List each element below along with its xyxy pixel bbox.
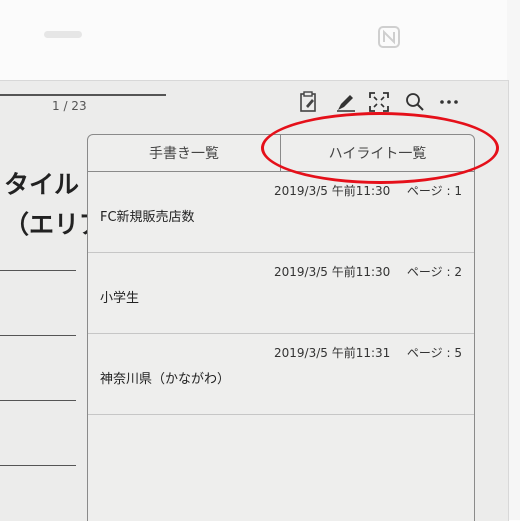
nfc-icon [378, 26, 400, 48]
speaker-slot [44, 31, 82, 38]
entry-timestamp: 2019/3/5 午前11:30 [274, 184, 391, 198]
tab-handwriting-list[interactable]: 手書き一覧 [88, 135, 280, 171]
entry-page: ページ : 1 [406, 184, 462, 198]
book-rule [0, 400, 76, 401]
book-heading-line-1: タイル [4, 170, 80, 199]
more-icon[interactable] [438, 91, 460, 113]
entry-timestamp: 2019/3/5 午前11:31 [274, 346, 391, 360]
book-rule [0, 270, 76, 271]
pen-icon[interactable] [335, 91, 357, 113]
entry-text: 神奈川県（かながわ） [100, 372, 231, 387]
page-indicator: 1 / 23 [52, 99, 87, 113]
entry-page: ページ : 5 [406, 346, 462, 360]
entry-timestamp: 2019/3/5 午前11:30 [274, 265, 391, 279]
highlight-annotation-ellipse [261, 112, 499, 184]
list-item[interactable]: 2019/3/5 午前11:30 ページ : 2 小学生 [88, 253, 474, 334]
list-item[interactable]: 2019/3/5 午前11:31 ページ : 5 神奈川県（かながわ） [88, 334, 474, 415]
book-rule [0, 465, 76, 466]
entry-text: 小学生 [100, 291, 140, 306]
book-rule [0, 335, 76, 336]
entry-text: FC新規販売店数 [100, 210, 195, 225]
entry-page: ページ : 2 [406, 265, 462, 279]
search-icon[interactable] [404, 91, 426, 113]
fit-screen-icon[interactable] [368, 91, 390, 113]
page-progress-rule [0, 94, 166, 96]
list-item[interactable]: 2019/3/5 午前11:30 ページ : 1 FC新規販売店数 [88, 172, 474, 253]
note-list-icon[interactable] [298, 91, 320, 113]
annotation-list-panel: 手書き一覧 ハイライト一覧 2019/3/5 午前11:30 ページ : 1 F… [87, 134, 475, 521]
